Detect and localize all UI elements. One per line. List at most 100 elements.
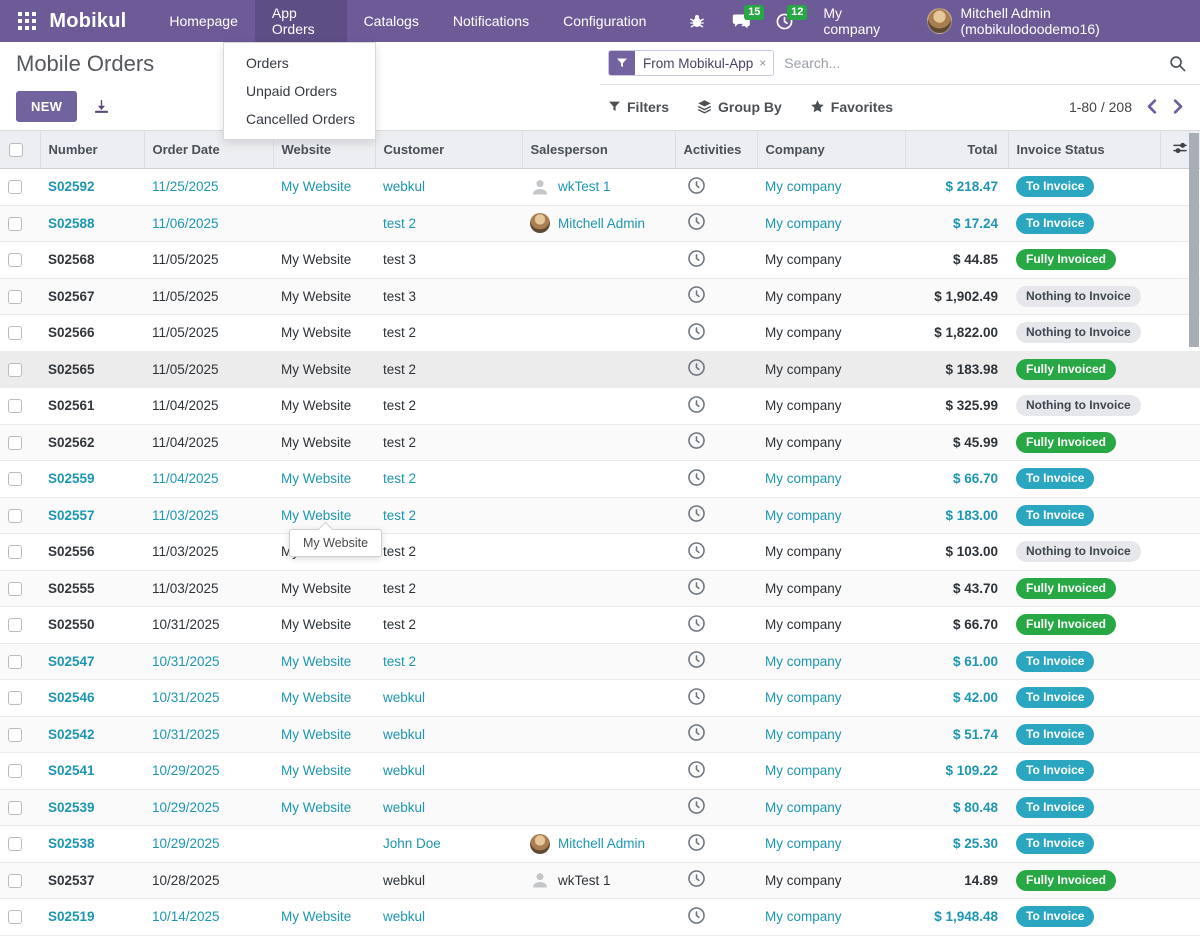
nav-item-configuration[interactable]: Configuration bbox=[546, 0, 663, 42]
group-by-button[interactable]: Group By bbox=[697, 99, 782, 115]
table-row[interactable]: S02555 11/03/2025 My Website test 2 My c… bbox=[0, 570, 1200, 607]
table-row[interactable]: S02546 10/31/2025 My Website webkul My c… bbox=[0, 680, 1200, 717]
order-number[interactable]: S02559 bbox=[40, 461, 144, 498]
row-checkbox[interactable] bbox=[8, 910, 22, 924]
table-row[interactable]: S02559 11/04/2025 My Website test 2 My c… bbox=[0, 461, 1200, 498]
order-number[interactable]: S02566 bbox=[40, 315, 144, 352]
row-checkbox[interactable] bbox=[8, 363, 22, 377]
activity-clock-icon[interactable] bbox=[687, 796, 706, 815]
pager-previous-icon[interactable] bbox=[1146, 99, 1157, 114]
facet-remove-icon[interactable]: × bbox=[757, 56, 773, 70]
activities-cell[interactable] bbox=[675, 388, 757, 425]
search-icon[interactable] bbox=[1169, 55, 1186, 72]
col-header-number[interactable]: Number bbox=[40, 131, 144, 169]
activity-clock-icon[interactable] bbox=[687, 395, 706, 414]
favorites-button[interactable]: Favorites bbox=[810, 99, 893, 115]
row-checkbox[interactable] bbox=[8, 691, 22, 705]
dropdown-item-orders[interactable]: Orders bbox=[224, 49, 375, 77]
row-checkbox[interactable] bbox=[8, 801, 22, 815]
activity-clock-icon[interactable] bbox=[687, 760, 706, 779]
order-number[interactable]: S02542 bbox=[40, 716, 144, 753]
nav-item-notifications[interactable]: Notifications bbox=[436, 0, 546, 42]
nav-item-homepage[interactable]: Homepage bbox=[152, 0, 255, 42]
activity-clock-icon[interactable] bbox=[687, 322, 706, 341]
table-row[interactable]: S02557 11/03/2025 My Website test 2 My c… bbox=[0, 497, 1200, 534]
order-number[interactable]: S02546 bbox=[40, 680, 144, 717]
activity-clock-icon[interactable] bbox=[687, 650, 706, 669]
activity-clock-icon[interactable] bbox=[687, 212, 706, 231]
order-number[interactable]: S02592 bbox=[40, 169, 144, 206]
order-number[interactable]: S02538 bbox=[40, 826, 144, 863]
export-download-button[interactable] bbox=[93, 98, 110, 115]
row-checkbox[interactable] bbox=[8, 874, 22, 888]
activity-clock-icon[interactable] bbox=[687, 723, 706, 742]
order-number[interactable]: S02547 bbox=[40, 643, 144, 680]
row-checkbox[interactable] bbox=[8, 618, 22, 632]
table-row[interactable]: S02568 11/05/2025 My Website test 3 My c… bbox=[0, 242, 1200, 279]
activities-cell[interactable] bbox=[675, 716, 757, 753]
activity-clock-icon[interactable] bbox=[687, 176, 706, 195]
col-header-salesperson[interactable]: Salesperson bbox=[522, 131, 675, 169]
table-row[interactable]: S02592 11/25/2025 My Website webkul wkTe… bbox=[0, 169, 1200, 206]
order-number[interactable]: S02519 bbox=[40, 899, 144, 935]
order-number[interactable]: S02588 bbox=[40, 205, 144, 242]
row-checkbox[interactable] bbox=[8, 217, 22, 231]
row-checkbox[interactable] bbox=[8, 472, 22, 486]
row-checkbox[interactable] bbox=[8, 545, 22, 559]
order-number[interactable]: S02568 bbox=[40, 242, 144, 279]
table-row[interactable]: S02556 11/03/2025 My Website test 2 My c… bbox=[0, 534, 1200, 571]
row-checkbox[interactable] bbox=[8, 764, 22, 778]
activity-clock-icon[interactable] bbox=[687, 358, 706, 377]
brand-title[interactable]: Mobikul bbox=[49, 10, 126, 33]
dropdown-item-cancelled-orders[interactable]: Cancelled Orders bbox=[224, 105, 375, 133]
dropdown-item-unpaid-orders[interactable]: Unpaid Orders bbox=[224, 77, 375, 105]
table-row[interactable]: S02588 11/06/2025 test 2 Mitchell Admin … bbox=[0, 205, 1200, 242]
debug-bug-icon[interactable] bbox=[689, 13, 705, 29]
col-header-activities[interactable]: Activities bbox=[675, 131, 757, 169]
table-row[interactable]: S02547 10/31/2025 My Website test 2 My c… bbox=[0, 643, 1200, 680]
row-checkbox[interactable] bbox=[8, 655, 22, 669]
order-number[interactable]: S02555 bbox=[40, 570, 144, 607]
activities-cell[interactable] bbox=[675, 351, 757, 388]
activity-clock-icon[interactable] bbox=[687, 869, 706, 888]
row-checkbox[interactable] bbox=[8, 509, 22, 523]
order-number[interactable]: S02561 bbox=[40, 388, 144, 425]
table-row[interactable]: S02542 10/31/2025 My Website webkul My c… bbox=[0, 716, 1200, 753]
row-checkbox[interactable] bbox=[8, 436, 22, 450]
activities-cell[interactable] bbox=[675, 315, 757, 352]
messages-icon[interactable]: 15 bbox=[731, 13, 750, 30]
activities-cell[interactable] bbox=[675, 753, 757, 790]
table-row[interactable]: S02562 11/04/2025 My Website test 2 My c… bbox=[0, 424, 1200, 461]
order-number[interactable]: S02557 bbox=[40, 497, 144, 534]
vertical-scrollbar[interactable] bbox=[1189, 133, 1199, 347]
row-checkbox[interactable] bbox=[8, 399, 22, 413]
activities-cell[interactable] bbox=[675, 570, 757, 607]
activities-cell[interactable] bbox=[675, 534, 757, 571]
table-row[interactable]: S02565 11/05/2025 My Website test 2 My c… bbox=[0, 351, 1200, 388]
row-checkbox[interactable] bbox=[8, 582, 22, 596]
activity-clock-icon[interactable] bbox=[687, 504, 706, 523]
table-row[interactable]: S02537 10/28/2025 webkul wkTest 1 My com… bbox=[0, 862, 1200, 899]
order-number[interactable]: S02556 bbox=[40, 534, 144, 571]
row-checkbox[interactable] bbox=[8, 290, 22, 304]
row-checkbox[interactable] bbox=[8, 253, 22, 267]
activity-clock-icon[interactable] bbox=[687, 541, 706, 560]
table-row[interactable]: S02538 10/29/2025 John Doe Mitchell Admi… bbox=[0, 826, 1200, 863]
activities-cell[interactable] bbox=[675, 461, 757, 498]
row-checkbox[interactable] bbox=[8, 728, 22, 742]
activities-cell[interactable] bbox=[675, 789, 757, 826]
activities-cell[interactable] bbox=[675, 899, 757, 935]
activities-cell[interactable] bbox=[675, 169, 757, 206]
activity-clock-icon[interactable] bbox=[687, 614, 706, 633]
activities-cell[interactable] bbox=[675, 278, 757, 315]
filters-button[interactable]: Filters bbox=[608, 99, 669, 115]
activities-cell[interactable] bbox=[675, 680, 757, 717]
row-checkbox[interactable] bbox=[8, 837, 22, 851]
table-row[interactable]: S02567 11/05/2025 My Website test 3 My c… bbox=[0, 278, 1200, 315]
activity-clock-icon[interactable] bbox=[687, 833, 706, 852]
activity-clock-icon[interactable] bbox=[687, 577, 706, 596]
select-all-checkbox[interactable] bbox=[9, 143, 23, 157]
activities-cell[interactable] bbox=[675, 242, 757, 279]
column-settings-icon[interactable] bbox=[1172, 140, 1188, 156]
pager-next-icon[interactable] bbox=[1173, 99, 1184, 114]
